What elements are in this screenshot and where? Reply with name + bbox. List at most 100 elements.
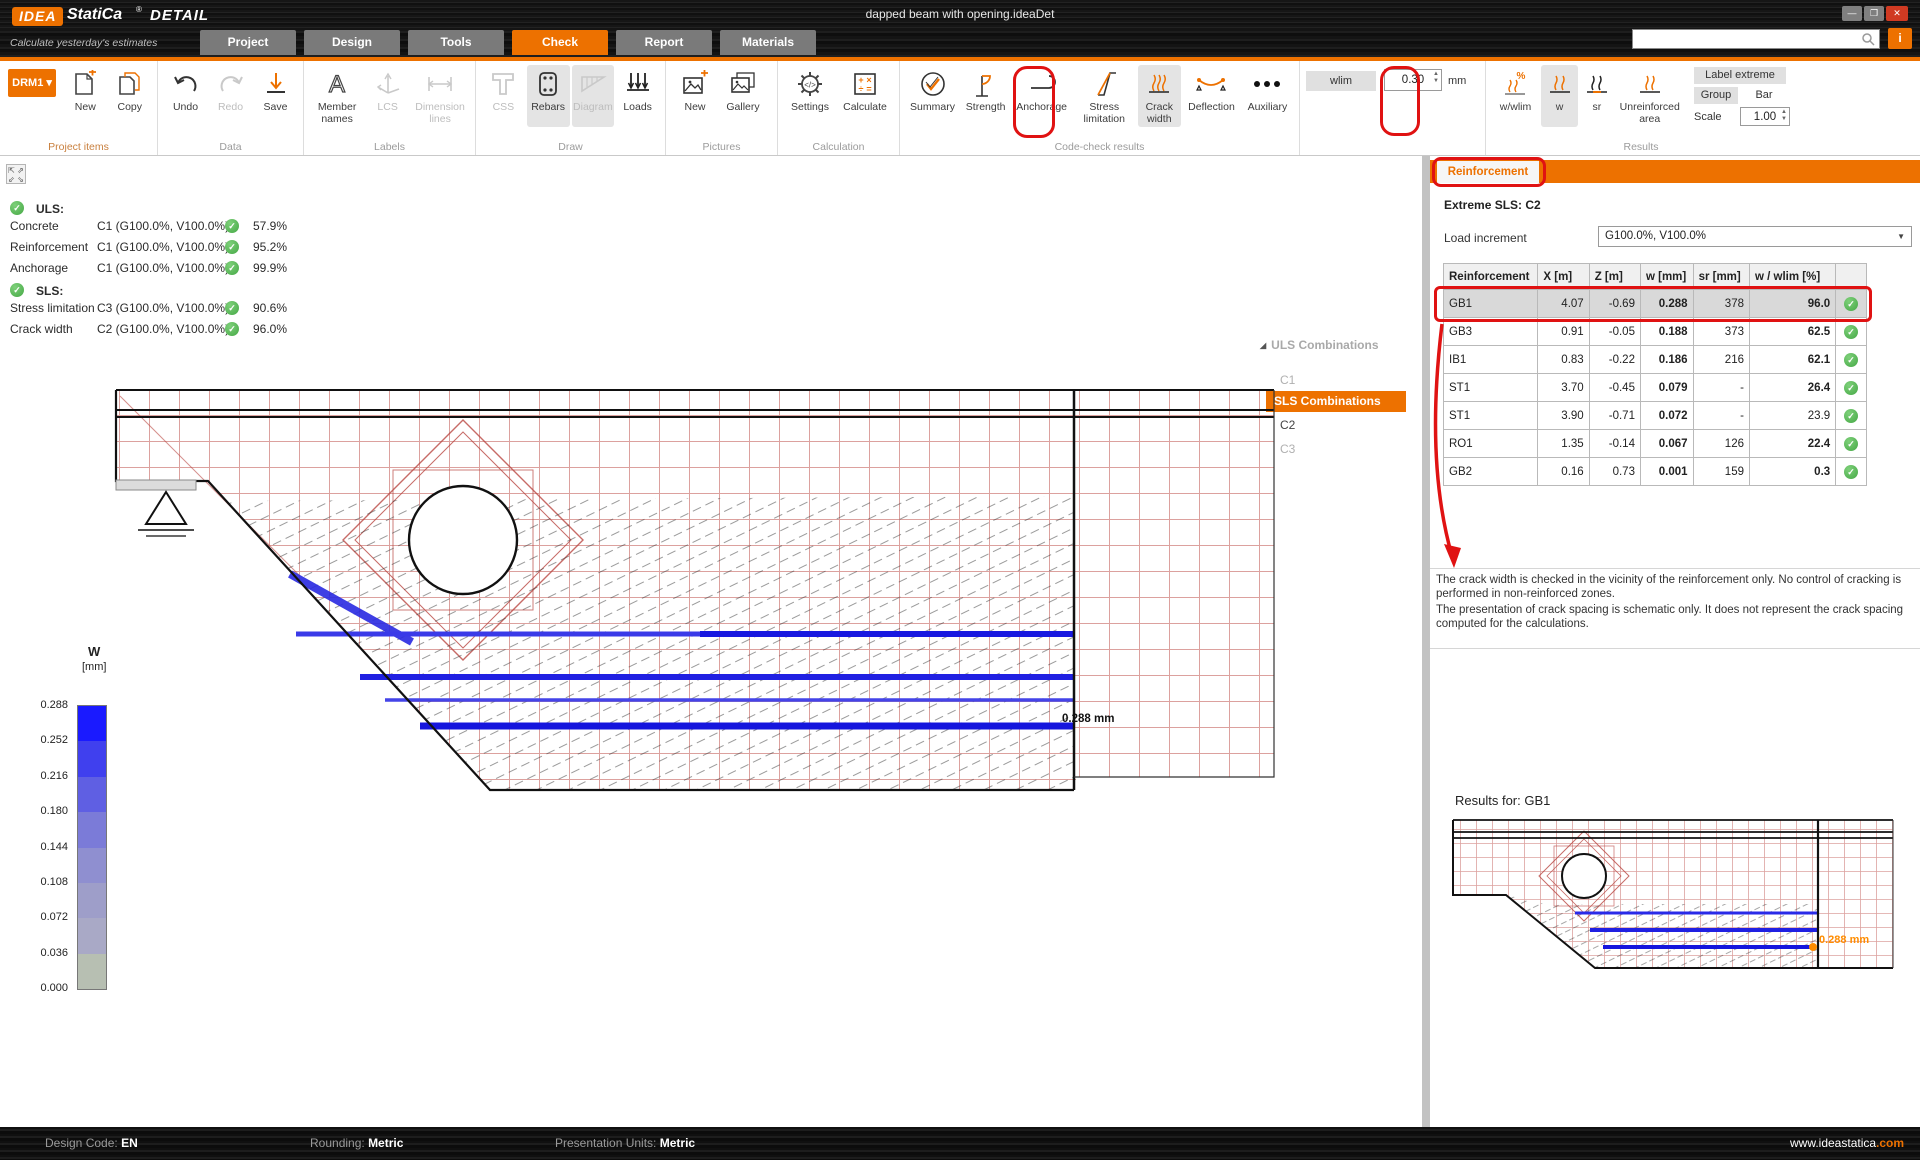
brand-tagline: Calculate yesterday's estimates — [10, 37, 157, 49]
save-icon — [263, 68, 289, 100]
table-row-gb3[interactable]: GB30.91 -0.050.188 37362.5 ✓ — [1444, 318, 1867, 346]
stepper-arrows-icon[interactable]: ▲▼ — [1781, 109, 1787, 123]
undo-icon — [172, 68, 200, 100]
calculate-button[interactable]: +×÷= Calculate — [838, 65, 892, 127]
auxiliary-button[interactable]: Auxiliary — [1242, 65, 1293, 127]
minimize-button[interactable]: — — [1842, 6, 1862, 21]
check-icon: ✓ — [1844, 353, 1858, 367]
copy-button[interactable]: Copy — [109, 65, 151, 127]
new-project-item-button[interactable]: New — [64, 65, 106, 127]
summary-button[interactable]: Summary — [906, 65, 959, 127]
website-link[interactable]: www.ideastatica.com — [1790, 1136, 1904, 1150]
table-row-st1a[interactable]: ST13.70 -0.450.079 -26.4 ✓ — [1444, 374, 1867, 402]
table-row-st1b[interactable]: ST13.90 -0.710.072 -23.9 ✓ — [1444, 402, 1867, 430]
new-picture-button[interactable]: New — [672, 65, 718, 127]
note-crack-spacing: The presentation of crack spacing is sch… — [1436, 603, 1916, 631]
w-button[interactable]: w — [1541, 65, 1578, 127]
results-options: Label extreme Group Bar Scale 1.00 ▲▼ — [1694, 67, 1790, 126]
summary-check-icon — [918, 68, 948, 100]
scale-tick-label: 0.252 — [40, 734, 68, 746]
scale-segment — [78, 954, 106, 989]
table-row-ro1[interactable]: RO11.35 -0.140.067 12622.4 ✓ — [1444, 430, 1867, 458]
tab-project[interactable]: Project — [200, 30, 296, 55]
stepper-arrows-icon[interactable]: ▲▼ — [1433, 71, 1439, 85]
info-button[interactable]: i — [1888, 28, 1912, 49]
settings-button[interactable]: </> Settings — [784, 65, 836, 127]
scale-label: Scale — [1694, 111, 1736, 123]
wlim-button[interactable]: wlim — [1306, 71, 1376, 91]
anchorage-icon — [1027, 68, 1057, 100]
table-row-ib1[interactable]: IB10.83 -0.220.186 21662.1 ✓ — [1444, 346, 1867, 374]
group-toggle-button[interactable]: Group — [1694, 87, 1738, 104]
scale-segment — [78, 883, 106, 918]
wlim-value-stepper[interactable]: 0.30 ▲▼ — [1384, 69, 1442, 91]
deflection-button[interactable]: Deflection — [1183, 65, 1240, 127]
w-wlim-button[interactable]: % w/wlim — [1492, 65, 1539, 127]
letter-a-icon: A — [323, 68, 351, 100]
gallery-icon — [729, 68, 757, 100]
ellipsis-icon — [1251, 68, 1283, 100]
scale-tick-label: 0.144 — [40, 841, 68, 853]
svg-text:÷: ÷ — [859, 84, 864, 94]
registered-mark: ® — [136, 5, 142, 14]
red-arrow-annotation — [1430, 316, 1490, 576]
load-increment-dropdown[interactable]: G100.0%, V100.0% ▼ — [1598, 226, 1912, 247]
scale-tick-label: 0.288 — [40, 699, 68, 711]
tab-report[interactable]: Report — [616, 30, 712, 55]
check-icon: ✓ — [1844, 325, 1858, 339]
gallery-button[interactable]: Gallery — [720, 65, 766, 127]
save-button[interactable]: Save — [254, 65, 297, 127]
label-extreme-button[interactable]: Label extreme — [1694, 67, 1786, 84]
scale-tick-label: 0.216 — [40, 770, 68, 782]
undo-button[interactable]: Undo — [164, 65, 207, 127]
w-wlim-icon: % — [1502, 68, 1528, 100]
stress-limitation-icon — [1092, 68, 1116, 100]
strength-button[interactable]: Strength — [961, 65, 1010, 127]
crack-width-button[interactable]: Crack width — [1138, 65, 1182, 127]
scale-stepper[interactable]: 1.00 ▲▼ — [1740, 107, 1790, 126]
scale-tick-labels: 0.2880.2520.2160.1800.1440.1080.0720.036… — [0, 699, 68, 999]
tab-check[interactable]: Check — [512, 30, 608, 55]
bar-toggle-button[interactable]: Bar — [1742, 87, 1786, 104]
tab-materials[interactable]: Materials — [720, 30, 816, 55]
window-title: dapped beam with opening.ideaDet — [0, 0, 1920, 28]
main-canvas: ⇱ ⇗⇙ ⇘ ULS: ✓ ConcreteC1 (G100.0%, V100.… — [0, 156, 1432, 1127]
note-crack-width: The crack width is checked in the vicini… — [1436, 573, 1916, 601]
status-bar: Design Code: EN Rounding: Metric Present… — [0, 1127, 1920, 1160]
dimension-icon — [425, 68, 455, 100]
drm1-dropdown[interactable]: DRM1 ▾ — [8, 69, 56, 97]
anchorage-button[interactable]: Anchorage — [1012, 65, 1071, 127]
crack-width-icon — [1146, 68, 1172, 100]
loads-button[interactable]: Loads — [616, 65, 659, 127]
sr-button[interactable]: sr — [1580, 65, 1613, 127]
scale-segment — [78, 848, 106, 883]
check-icon: ✓ — [1844, 409, 1858, 423]
svg-text:=: = — [866, 84, 871, 94]
member-names-button[interactable]: A Member names — [310, 65, 364, 127]
calculator-icon: +×÷= — [852, 68, 878, 100]
scale-title: W — [88, 644, 100, 659]
ribbon-group-results: % w/wlim w sr Unreinforced area Label ex… — [1486, 61, 1796, 155]
tab-design[interactable]: Design — [304, 30, 400, 55]
rebars-button[interactable]: Rebars — [527, 65, 570, 127]
tab-tools[interactable]: Tools — [408, 30, 504, 55]
scale-tick-label: 0.036 — [40, 947, 68, 959]
ribbon: DRM1 ▾ New Copy Project items Undo Redo — [0, 61, 1920, 156]
dimension-lines-button: Dimension lines — [411, 65, 469, 127]
ribbon-group-project-items: DRM1 ▾ New Copy Project items — [0, 61, 158, 155]
panel-splitter[interactable] — [1422, 156, 1430, 1127]
maximize-button[interactable]: ❐ — [1864, 6, 1884, 21]
redo-button: Redo — [209, 65, 252, 127]
table-row-gb2[interactable]: GB20.16 0.730.001 1590.3 ✓ — [1444, 458, 1867, 486]
unreinforced-area-button[interactable]: Unreinforced area — [1615, 65, 1684, 127]
check-icon: ✓ — [1844, 465, 1858, 479]
title-bar: dapped beam with opening.ideaDet — ❐ ✕ — [0, 0, 1920, 28]
redo-icon — [217, 68, 245, 100]
axes-icon — [375, 68, 401, 100]
close-button[interactable]: ✕ — [1886, 6, 1908, 21]
stress-limitation-button[interactable]: Stress limitation — [1073, 65, 1136, 127]
tab-reinforcement[interactable]: Reinforcement — [1437, 161, 1539, 183]
search-input[interactable] — [1632, 29, 1880, 49]
statica-logo: StatiCa — [67, 6, 122, 24]
table-row-gb1[interactable]: GB14.07 -0.690.288 37896.0 ✓ — [1444, 290, 1867, 318]
